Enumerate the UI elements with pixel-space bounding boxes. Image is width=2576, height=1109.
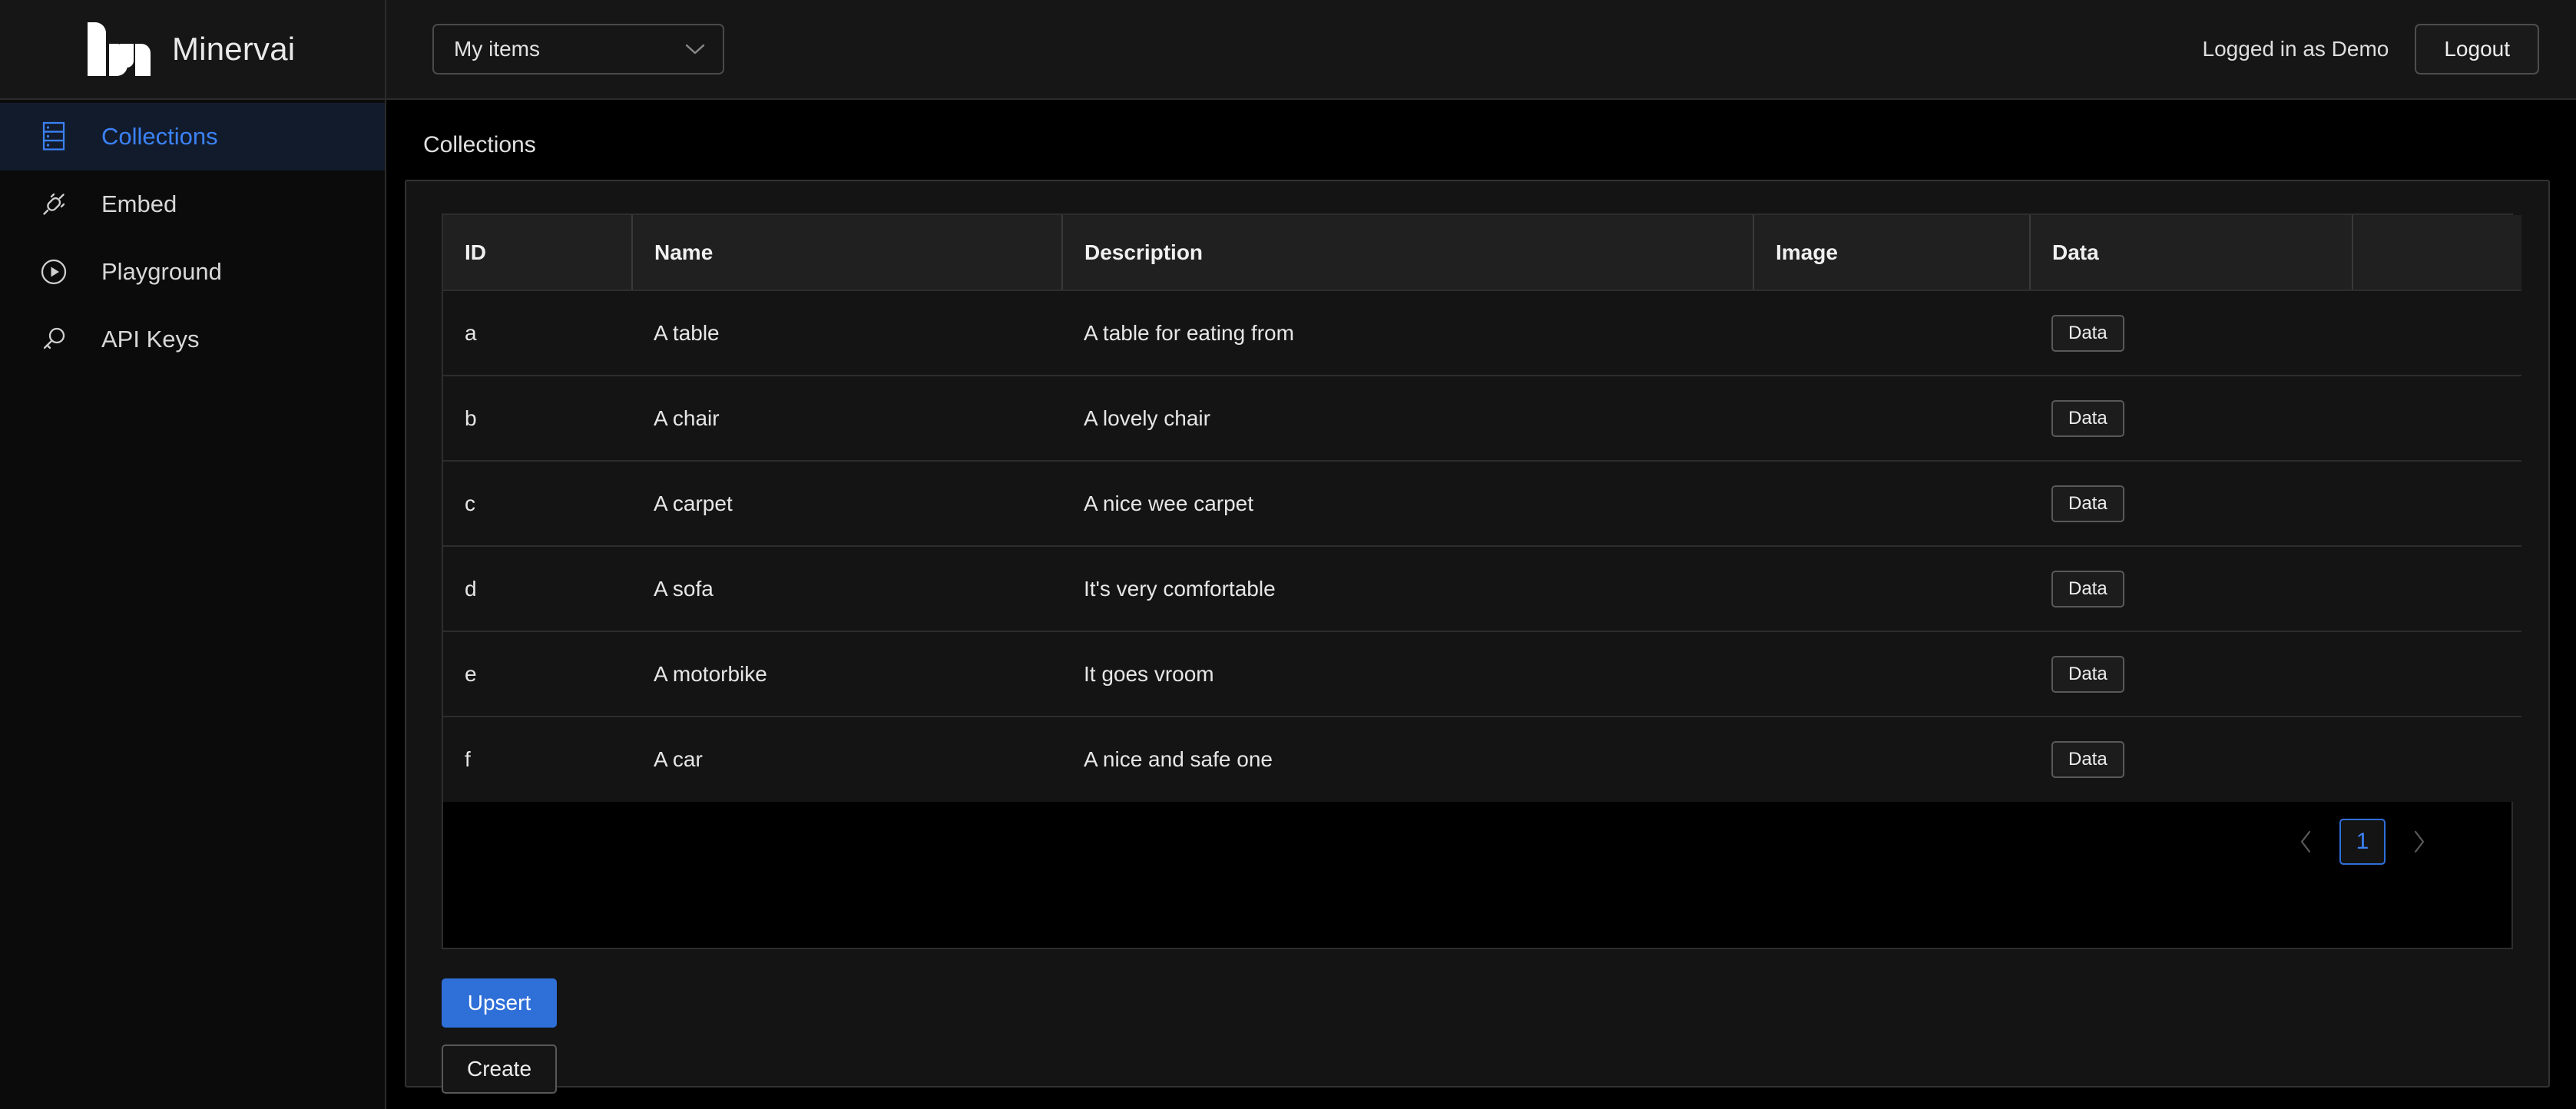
column-header-id[interactable]: ID — [443, 215, 633, 291]
table-head: ID Name Description Image Data — [443, 215, 2521, 291]
cell-name: A motorbike — [632, 631, 1062, 717]
sidebar-item-label: API Keys — [101, 326, 200, 353]
cell-name: A chair — [632, 376, 1062, 462]
cell-description: A lovely chair — [1062, 376, 1753, 462]
cell-id: f — [443, 717, 632, 802]
play-circle-icon — [37, 255, 71, 289]
cell-name: A table — [632, 290, 1062, 376]
collections-table-panel: ID Name Description Image Data a A table… — [442, 214, 2521, 949]
brand-name: Minervai — [172, 31, 296, 67]
main-content: Collections ID Name Description Image Da… — [386, 100, 2576, 1109]
table-row[interactable]: e A motorbike It goes vroom Data — [443, 631, 2521, 717]
cell-data: Data — [2030, 631, 2353, 717]
cell-image — [1753, 290, 2030, 376]
table-row[interactable]: a A table A table for eating from Data — [443, 290, 2521, 376]
cell-name: A sofa — [632, 546, 1062, 632]
table-row[interactable]: c A carpet A nice wee carpet Data — [443, 461, 2521, 547]
cell-id: b — [443, 376, 632, 462]
chevron-right-icon — [2414, 830, 2425, 853]
sidebar-item-collections[interactable]: Collections — [0, 103, 385, 170]
cell-extra — [2353, 717, 2521, 802]
sidebar-item-embed[interactable]: Embed — [0, 170, 385, 238]
create-button[interactable]: Create — [442, 1044, 557, 1094]
cell-image — [1753, 546, 2030, 632]
session-area: Logged in as Demo Logout — [2203, 24, 2539, 74]
cell-image — [1753, 631, 2030, 717]
sidebar: Collections Embed Playground API Keys — [0, 100, 386, 1109]
cell-id: d — [443, 546, 632, 632]
cell-data: Data — [2030, 546, 2353, 632]
database-icon — [37, 120, 71, 154]
sidebar-item-api-keys[interactable]: API Keys — [0, 306, 385, 373]
data-button[interactable]: Data — [2051, 570, 2124, 607]
pagination-page-1-button[interactable]: 1 — [2339, 819, 2386, 865]
minervai-bm-logo-icon — [88, 22, 151, 76]
table-header-row: ID Name Description Image Data — [443, 215, 2521, 291]
sidebar-item-label: Collections — [101, 123, 218, 150]
cell-extra — [2353, 461, 2521, 547]
cell-id: a — [443, 290, 632, 376]
collection-select[interactable]: My items — [432, 24, 724, 74]
data-button[interactable]: Data — [2051, 314, 2124, 352]
body-row: Collections Embed Playground API Keys Co… — [0, 100, 2576, 1109]
column-header-extra[interactable] — [2353, 215, 2521, 291]
cell-description: It goes vroom — [1062, 631, 1753, 717]
upsert-button[interactable]: Upsert — [442, 978, 557, 1028]
cell-extra — [2353, 376, 2521, 462]
collections-card: ID Name Description Image Data a A table… — [405, 180, 2550, 1094]
column-header-name[interactable]: Name — [632, 215, 1063, 291]
table-row[interactable]: b A chair A lovely chair Data — [443, 376, 2521, 462]
plug-connector-icon — [37, 187, 71, 221]
cell-image — [1753, 376, 2030, 462]
cell-description: A nice wee carpet — [1062, 461, 1753, 547]
cell-description: It's very comfortable — [1062, 546, 1753, 632]
pagination: 1 — [443, 802, 2511, 865]
app-root: Minervai My items Logged in as Demo Logo… — [0, 0, 2576, 1109]
cell-id: c — [443, 461, 632, 547]
pagination-prev-button[interactable] — [2286, 821, 2327, 862]
column-header-image[interactable]: Image — [1753, 215, 2031, 291]
cell-image — [1753, 717, 2030, 802]
brand-area[interactable]: Minervai — [0, 0, 386, 98]
cell-description: A table for eating from — [1062, 290, 1753, 376]
collections-table: ID Name Description Image Data a A table… — [443, 215, 2521, 802]
data-button[interactable]: Data — [2051, 741, 2124, 778]
sidebar-item-playground[interactable]: Playground — [0, 238, 385, 306]
cell-data: Data — [2030, 290, 2353, 376]
top-bar: Minervai My items Logged in as Demo Logo… — [0, 0, 2576, 100]
cell-name: A carpet — [632, 461, 1062, 547]
top-bar-right: My items Logged in as Demo Logout — [386, 0, 2576, 98]
chevron-down-icon — [685, 44, 705, 55]
cell-extra — [2353, 631, 2521, 717]
column-header-data[interactable]: Data — [2030, 215, 2353, 291]
column-header-description[interactable]: Description — [1062, 215, 1754, 291]
table-row[interactable]: f A car A nice and safe one Data — [443, 717, 2521, 802]
table-body: a A table A table for eating from Data b… — [443, 290, 2521, 802]
cell-data: Data — [2030, 717, 2353, 802]
cell-extra — [2353, 290, 2521, 376]
page-title: Collections — [423, 132, 536, 157]
data-button[interactable]: Data — [2051, 655, 2124, 693]
logout-button[interactable]: Logout — [2415, 24, 2539, 74]
data-button[interactable]: Data — [2051, 485, 2124, 522]
cell-id: e — [443, 631, 632, 717]
key-icon — [37, 323, 71, 356]
chevron-left-icon — [2300, 830, 2311, 853]
pagination-next-button[interactable] — [2398, 821, 2439, 862]
cell-image — [1753, 461, 2030, 547]
sidebar-item-label: Playground — [101, 258, 222, 285]
table-row[interactable]: d A sofa It's very comfortable Data — [443, 546, 2521, 632]
cell-data: Data — [2030, 376, 2353, 462]
card-actions: Upsert Create — [442, 949, 2513, 1094]
sidebar-item-label: Embed — [101, 190, 177, 217]
cell-description: A nice and safe one — [1062, 717, 1753, 802]
collection-select-value: My items — [454, 37, 540, 61]
cell-name: A car — [632, 717, 1062, 802]
cell-data: Data — [2030, 461, 2353, 547]
cell-extra — [2353, 546, 2521, 632]
session-status-text: Logged in as Demo — [2202, 37, 2389, 61]
data-button[interactable]: Data — [2051, 399, 2124, 437]
